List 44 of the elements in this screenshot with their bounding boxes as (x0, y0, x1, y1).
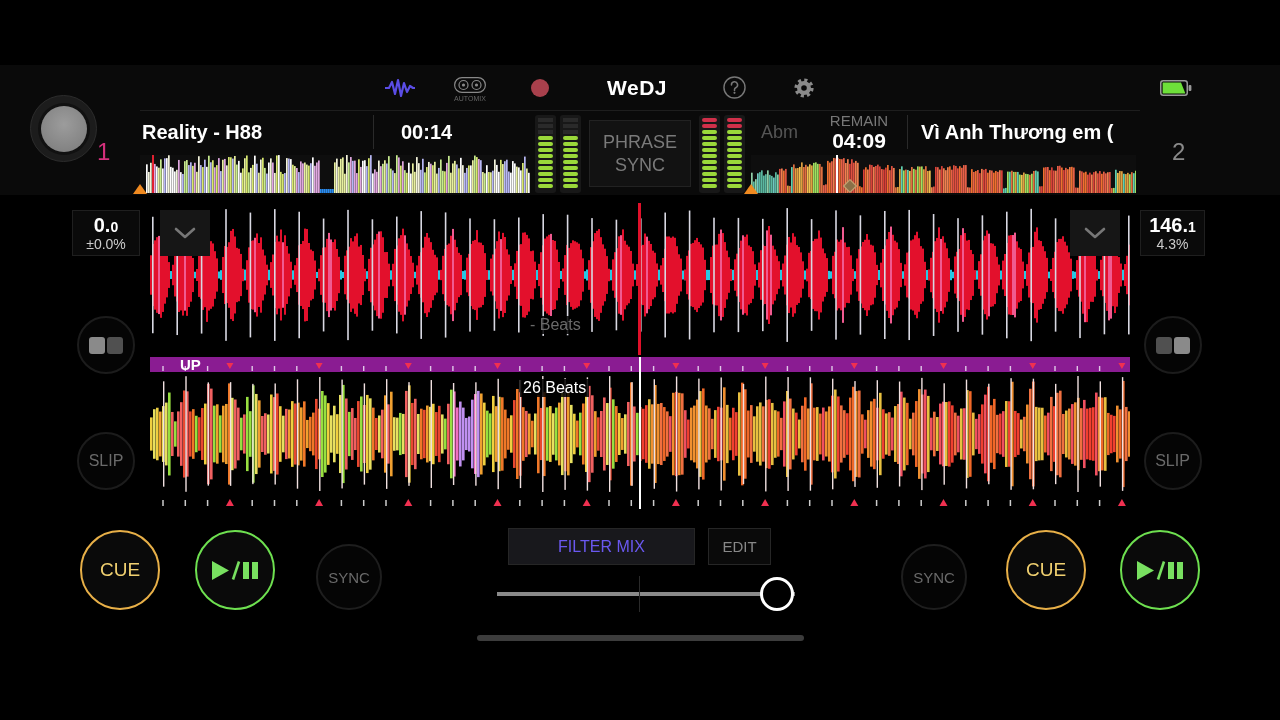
overview-waveform[interactable] (751, 155, 1136, 193)
bpm-value: 146.1 (1149, 214, 1196, 237)
elapsed-time: 00:14 (400, 120, 453, 144)
play-pause-icon (1137, 560, 1183, 580)
cue-button[interactable]: CUE (1006, 530, 1086, 610)
slip-button[interactable]: SLIP (1143, 432, 1202, 490)
triangle-marker-icon (744, 184, 758, 194)
pitch-value: 4.3% (1156, 236, 1189, 252)
remaining-time: 04:09 (832, 128, 886, 152)
phrase-sync-button[interactable]: PHRASE SYNC (589, 120, 691, 187)
beat-count: 26 Beats (520, 379, 590, 397)
crossfader-thumb[interactable] (760, 577, 795, 611)
help-icon[interactable] (722, 76, 746, 99)
sync-button[interactable]: SYNC (316, 544, 382, 610)
battery-icon (1160, 80, 1192, 96)
pitch-value: ±0.0% (86, 236, 126, 252)
overview-waveform[interactable] (140, 155, 530, 193)
triangle-marker-icon (133, 184, 147, 194)
settings-icon[interactable] (794, 77, 814, 98)
dropdown-button[interactable] (1070, 210, 1120, 256)
sync-button[interactable]: SYNC (901, 544, 967, 610)
track-title: Vì Anh Thương em ( (920, 120, 1114, 144)
phrase-label: UP (180, 357, 201, 372)
edit-button[interactable]: EDIT (708, 528, 771, 565)
diamond-marker-icon (843, 179, 857, 193)
time-label: REMAIN (829, 112, 889, 129)
dropdown-button[interactable] (160, 210, 210, 256)
deck-number: 1 (97, 142, 111, 162)
slip-button[interactable]: SLIP (77, 432, 135, 490)
key-label: Abm (760, 121, 799, 143)
chevron-down-icon (1084, 227, 1106, 239)
chevron-down-icon (174, 227, 196, 239)
record-icon[interactable] (531, 78, 549, 97)
cue-button[interactable]: CUE (80, 530, 160, 610)
play-pause-icon (212, 560, 258, 580)
deck-number: 2 (1172, 142, 1186, 162)
two-squares-icon (89, 336, 123, 354)
waveform-icon[interactable] (384, 77, 416, 98)
track-title: Reality - H88 (141, 120, 264, 144)
bpm-value: 0.0 (93, 214, 119, 237)
filter-mix-button[interactable]: FILTER MIX (508, 528, 695, 565)
app-logo: WeDJ (607, 75, 667, 100)
two-squares-icon (1155, 336, 1190, 354)
beat-count: - Beats (527, 316, 584, 334)
